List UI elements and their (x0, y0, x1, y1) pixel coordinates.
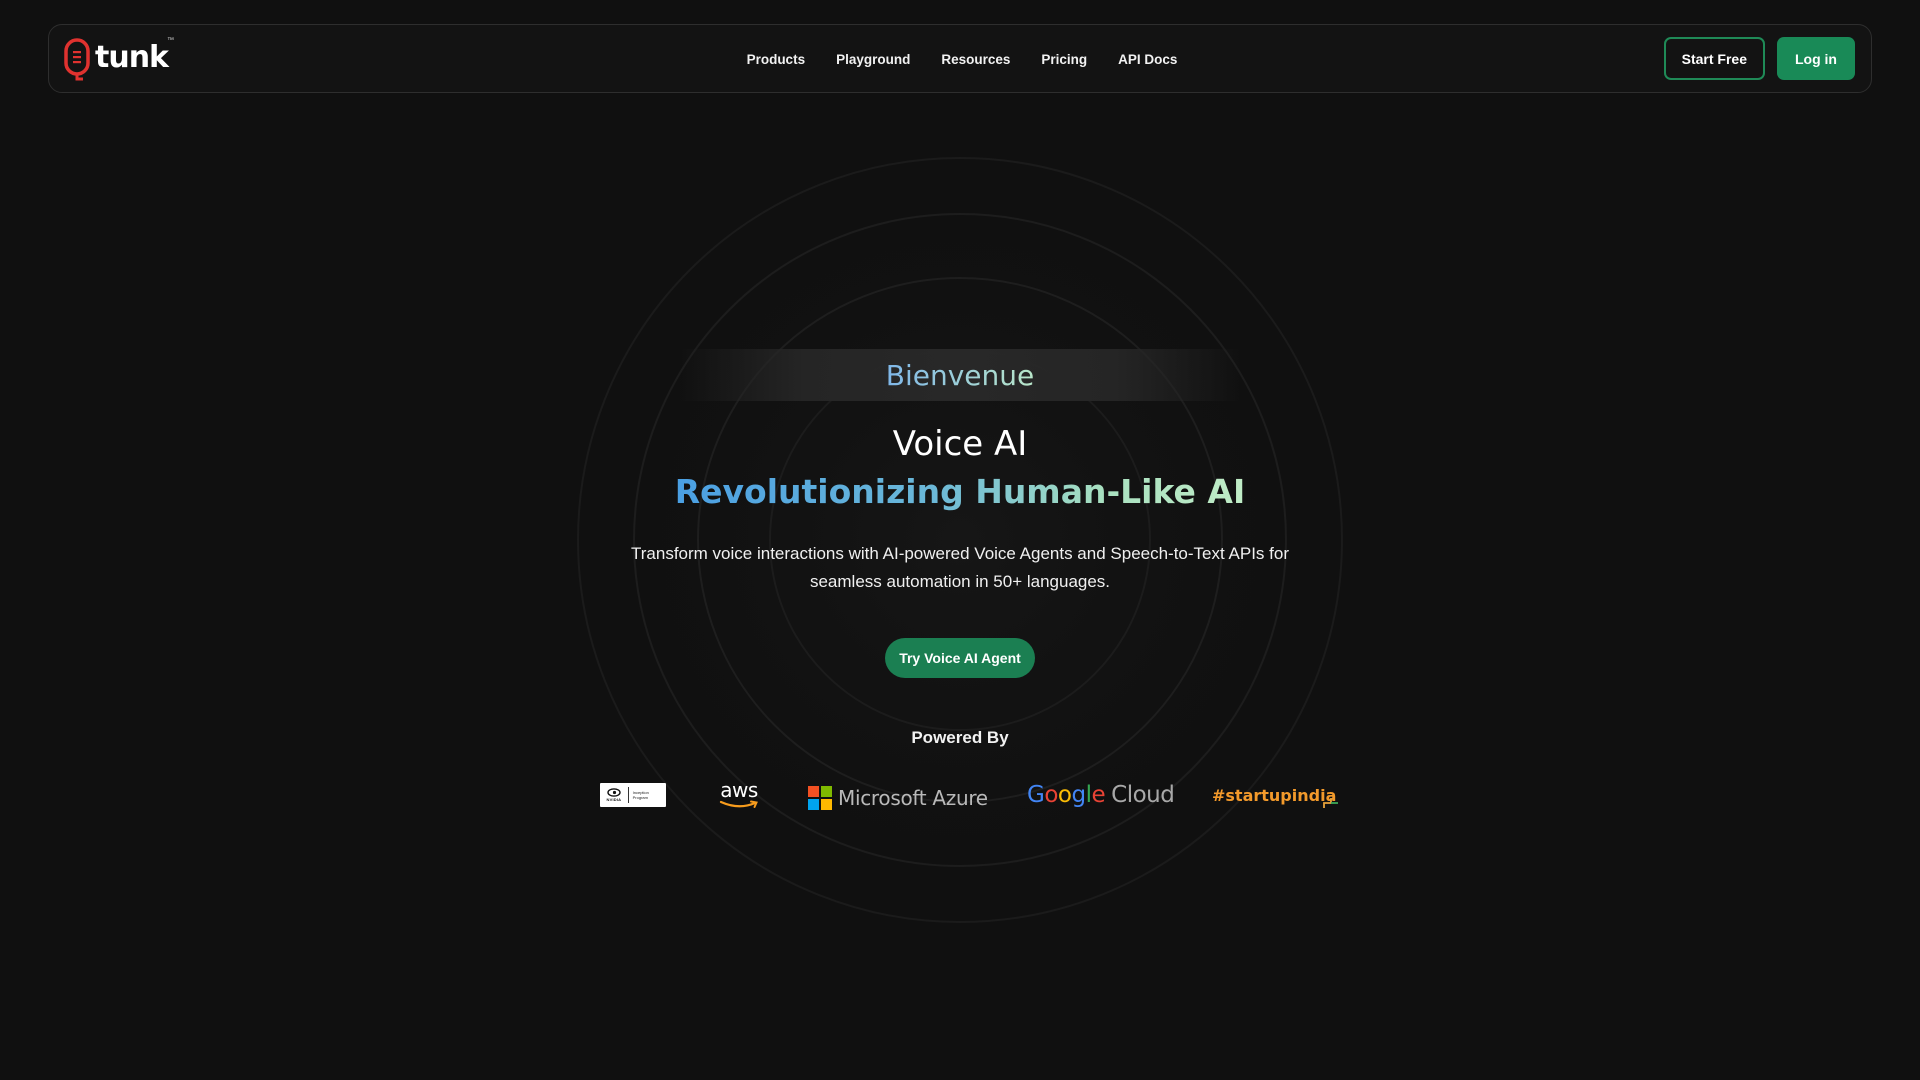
aws-wordmark: aws (720, 778, 758, 802)
startup-india-flag-icon (1323, 798, 1339, 808)
google-letter: e (1091, 782, 1106, 808)
google-letter: g (1071, 782, 1086, 808)
welcome-banner: Bienvenue (680, 349, 1240, 401)
hero-subtitle-text: Revolutionizing Human-Like AI (674, 472, 1246, 511)
nav-link-resources[interactable]: Resources (941, 52, 1010, 67)
nvidia-divider (627, 787, 629, 803)
powered-by-heading: Powered By (911, 728, 1009, 747)
nvidia-inception-logo: NVIDIA Inception Program (600, 783, 666, 807)
brand-name: tunk (95, 39, 169, 75)
aws-logo: aws (717, 780, 761, 810)
google-cloud-logo: G o o g l e Cloud (1027, 780, 1175, 810)
google-letter: o (1057, 782, 1072, 808)
nav-actions: Start Free Log in (1663, 37, 1855, 80)
try-voice-ai-agent-button[interactable]: Try Voice AI Agent (885, 638, 1035, 678)
brand-logo[interactable]: tunk ™ (63, 37, 174, 81)
nvidia-wordmark: NVIDIA (606, 797, 622, 802)
startup-india-logo: #startupindia (1212, 780, 1340, 810)
nav-link-playground[interactable]: Playground (836, 52, 910, 67)
microphone-logo-icon (64, 38, 90, 81)
microsoft-azure-logo: Microsoft Azure (808, 783, 988, 813)
login-button[interactable]: Log in (1777, 37, 1855, 80)
startup-india-wordmark: #startupindia (1212, 785, 1337, 805)
welcome-text: Bienvenue (885, 358, 1035, 392)
google-letter: G (1027, 782, 1045, 808)
nvidia-eye-icon: NVIDIA (604, 786, 624, 804)
nav-link-pricing[interactable]: Pricing (1041, 52, 1087, 67)
google-letter: o (1044, 782, 1058, 808)
cloud-wordmark: Cloud (1111, 782, 1175, 808)
nav-links: Products Playground Resources Pricing AP… (49, 25, 1871, 94)
aws-smile-icon (719, 800, 758, 808)
start-free-button[interactable]: Start Free (1663, 37, 1765, 80)
azure-wordmark: Microsoft Azure (838, 786, 988, 810)
nav-link-products[interactable]: Products (747, 52, 806, 67)
trademark-mark: ™ (167, 37, 175, 44)
nvidia-program-text: Inception Program (632, 790, 649, 800)
microsoft-squares-icon (808, 786, 832, 810)
hero-subtitle: Revolutionizing Human-Like AI (0, 466, 1920, 525)
hero-description: Transform voice interactions with AI-pow… (631, 544, 1289, 591)
top-navbar: tunk ™ Products Playground Resources Pri… (48, 24, 1872, 93)
nav-link-api-docs[interactable]: API Docs (1118, 52, 1177, 67)
hero-title: Voice AI (892, 424, 1028, 464)
